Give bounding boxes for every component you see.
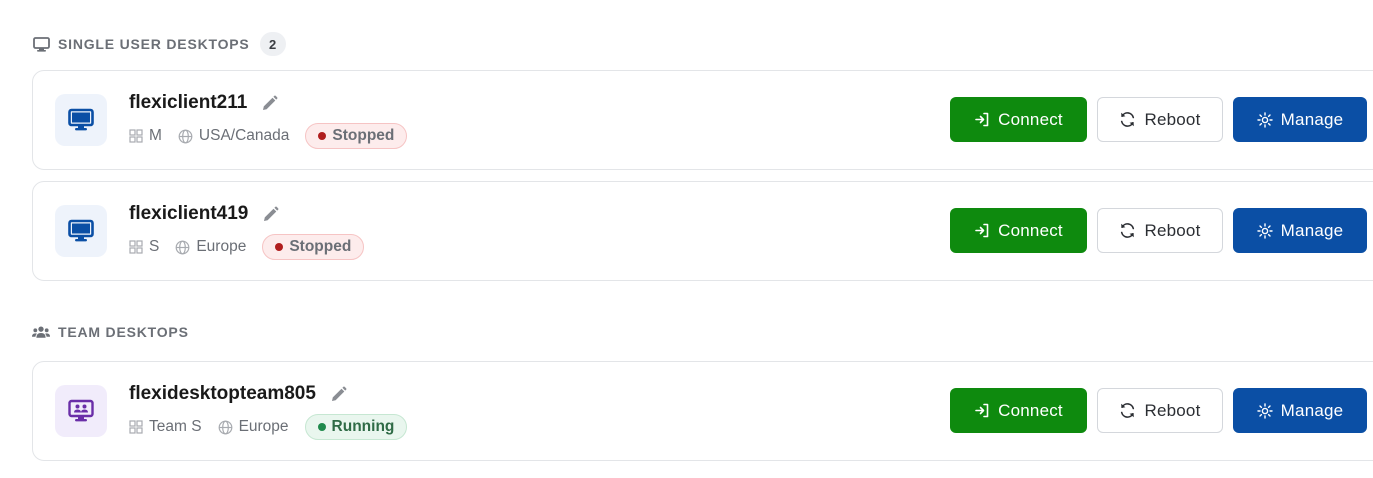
reboot-label: Reboot — [1144, 400, 1201, 420]
region-label: Europe — [196, 238, 247, 255]
region-label: USA/Canada — [198, 127, 290, 144]
reboot-button[interactable]: Reboot — [1097, 388, 1223, 433]
manage-button[interactable]: Manage — [1233, 208, 1367, 253]
grid-icon — [129, 240, 143, 254]
desktop-avatar — [55, 385, 107, 437]
desktop-name: flexiclient211 — [129, 92, 248, 113]
desktop-card: flexiclient419 S Europe Stopped Connect … — [32, 181, 1373, 281]
desktop-card: flexiclient211 M USA/Canada Stopped Conn… — [32, 70, 1373, 170]
region-label: Europe — [238, 418, 289, 435]
manage-label: Manage — [1280, 400, 1344, 420]
connect-label: Connect — [998, 400, 1063, 420]
manage-label: Manage — [1280, 109, 1344, 129]
status-dot — [318, 132, 327, 140]
size-label: M — [149, 127, 162, 144]
connect-label: Connect — [998, 109, 1063, 129]
connect-button[interactable]: Connect — [950, 97, 1087, 142]
status-label: Stopped — [289, 238, 352, 255]
connect-label: Connect — [998, 220, 1063, 240]
size-meta: M — [129, 127, 162, 145]
manage-button[interactable]: Manage — [1233, 97, 1367, 142]
monitor-icon — [68, 219, 94, 242]
desktop-name: flexiclient419 — [129, 203, 249, 224]
status-dot — [275, 243, 284, 251]
gear-icon — [1256, 222, 1273, 239]
grid-icon — [129, 420, 143, 434]
desktop-name: flexidesktopteam805 — [129, 383, 316, 404]
reboot-button[interactable]: Reboot — [1097, 97, 1223, 142]
status-badge: Stopped — [262, 234, 365, 260]
status-badge: Stopped — [305, 123, 408, 149]
monitor-icon — [32, 36, 50, 52]
sign-in-icon — [975, 403, 989, 418]
refresh-icon — [1121, 112, 1135, 127]
connect-button[interactable]: Connect — [950, 208, 1087, 253]
size-label: S — [149, 238, 160, 255]
globe-icon — [175, 240, 190, 254]
globe-icon — [178, 129, 193, 143]
pencil-icon[interactable] — [261, 95, 278, 112]
reboot-label: Reboot — [1144, 220, 1201, 240]
section-header-single-user: SINGLE USER DESKTOPS 2 — [32, 32, 286, 56]
monitor-icon — [68, 108, 94, 131]
pencil-icon[interactable] — [262, 206, 279, 223]
globe-icon — [218, 420, 232, 434]
refresh-icon — [1121, 403, 1135, 418]
size-meta: Team S — [129, 418, 202, 436]
size-meta: S — [129, 238, 159, 256]
pencil-icon[interactable] — [330, 386, 347, 403]
size-label: Team S — [149, 418, 202, 435]
users-icon — [32, 324, 50, 340]
status-dot — [317, 423, 326, 431]
refresh-icon — [1121, 223, 1135, 238]
reboot-label: Reboot — [1144, 109, 1201, 129]
region-meta: Europe — [218, 418, 289, 436]
reboot-button[interactable]: Reboot — [1097, 208, 1223, 253]
gear-icon — [1256, 402, 1273, 419]
section-title: TEAM DESKTOPS — [58, 324, 189, 340]
desktop-card: flexidesktopteam805 Team S Europe Runnin… — [32, 361, 1373, 461]
status-badge: Running — [304, 414, 408, 440]
manage-label: Manage — [1280, 220, 1344, 240]
region-meta: USA/Canada — [178, 127, 289, 145]
region-meta: Europe — [175, 238, 246, 256]
team-monitor-icon — [68, 399, 94, 422]
desktop-avatar — [55, 205, 107, 257]
status-label: Running — [331, 418, 395, 435]
gear-icon — [1256, 111, 1273, 128]
connect-button[interactable]: Connect — [950, 388, 1087, 433]
section-title: SINGLE USER DESKTOPS — [58, 36, 250, 52]
sign-in-icon — [975, 223, 989, 238]
status-label: Stopped — [332, 127, 395, 144]
grid-icon — [129, 129, 143, 143]
desktop-avatar — [55, 94, 107, 146]
manage-button[interactable]: Manage — [1233, 388, 1367, 433]
sign-in-icon — [975, 112, 989, 127]
section-header-team: TEAM DESKTOPS — [32, 324, 189, 340]
count-badge: 2 — [259, 32, 286, 56]
